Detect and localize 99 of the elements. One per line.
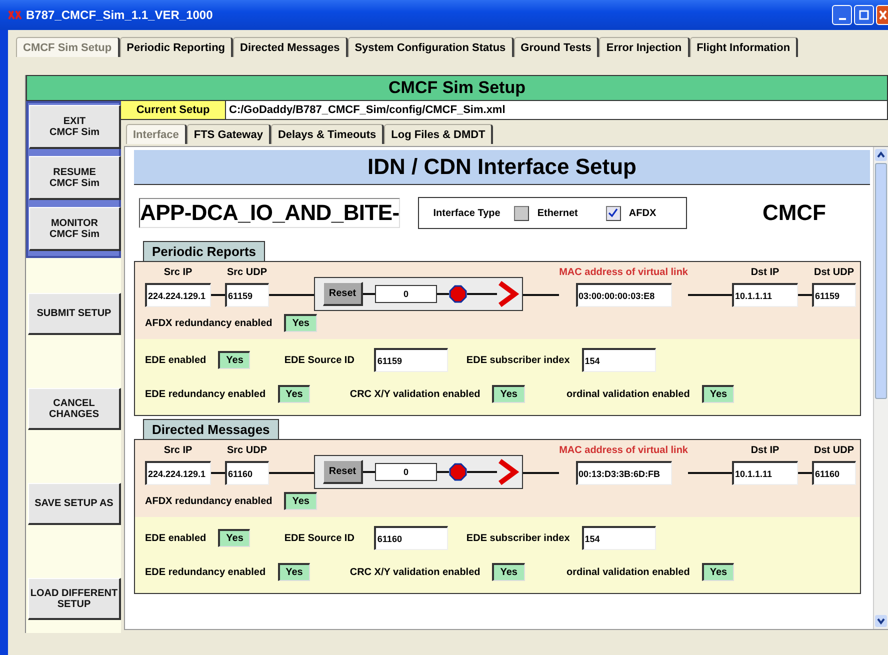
tab[interactable]: FTS Gateway [186,124,271,144]
tab[interactable]: Ground Tests [514,37,600,57]
yes-toggle[interactable]: Yes [702,385,734,403]
sidebar-button[interactable]: SAVE SETUP AS [28,483,121,525]
checkbox-label: Ethernet [537,208,578,218]
ede-source-label: EDE Source ID [284,532,354,544]
field-label: Dst UDP [814,267,854,278]
tab[interactable]: Directed Messages [233,37,348,57]
field-label: Src UDP [226,445,267,456]
window-title: B787_CMCF_Sim_1.1_VER_1000 [26,8,213,22]
chevron-icon [497,459,519,485]
src-ip-field[interactable]: 224.224.129.1 [145,461,211,485]
afdx-redundancy-label: AFDX redundancy enabled [145,318,272,328]
checkbox[interactable] [606,206,621,220]
close-icon [878,10,886,20]
sidebar-button[interactable]: CANCEL CHANGES [28,388,121,430]
system-name: CMCF [762,200,826,226]
tab[interactable]: Delays & Timeouts [270,124,384,144]
checkbox[interactable] [514,206,530,220]
ordinal-validation-label: ordinal validation enabled [566,566,690,578]
close-button[interactable] [876,5,888,25]
yes-toggle[interactable]: Yes [284,314,316,332]
scroll-up-icon[interactable] [875,149,887,161]
field-label: Src IP [164,267,192,278]
ede-enabled-label: EDE enabled [145,354,206,366]
yes-toggle[interactable]: Yes [702,563,734,581]
tab[interactable]: Periodic Reporting [120,37,234,57]
yes-toggle[interactable]: Yes [278,385,310,403]
stop-icon [449,285,467,303]
crc-validation-label: CRC X/Y validation enabled [350,388,480,400]
tab[interactable]: Error Injection [599,37,690,57]
field-label: MAC address of virtual link [559,267,688,278]
section-title: Directed Messages [143,419,279,439]
ordinal-validation-label: ordinal validation enabled [566,388,690,400]
sidebar-button[interactable]: MONITOR CMCF Sim [29,207,121,251]
scrollbar[interactable] [873,147,888,629]
crc-validation-label: CRC X/Y validation enabled [350,566,480,578]
maximize-button[interactable] [854,5,874,25]
yes-toggle[interactable]: Yes [218,351,250,369]
ede-redundancy-label: EDE redundancy enabled [145,566,266,578]
app-name-field: APP-DCA_IO_AND_BITE- [139,198,400,228]
tab[interactable]: CMCF Sim Setup [16,37,120,57]
tab[interactable]: Flight Information [690,37,798,57]
ede-source-field[interactable]: 61159 [374,348,448,372]
chevron-icon [497,281,519,307]
ede-enabled-label: EDE enabled [145,532,206,544]
dst-udp-field[interactable]: 61159 [812,283,856,307]
src-udp-field[interactable]: 61160 [225,461,269,485]
src-udp-field[interactable]: 61159 [225,283,269,307]
counter-field: 0 [375,285,437,303]
ede-subscriber-label: EDE subscriber index [466,532,570,544]
current-setup-path: C:/GoDaddy/B787_CMCF_Sim/config/CMCF_Sim.xml [226,101,887,119]
dst-ip-field[interactable]: 10.1.1.11 [732,461,798,485]
afdx-redundancy-label: AFDX redundancy enabled [145,496,272,506]
reset-button[interactable]: Reset [323,282,363,306]
dst-ip-field[interactable]: 10.1.1.11 [732,283,798,307]
field-label: MAC address of virtual link [559,445,688,456]
sidebar-button[interactable]: SUBMIT SETUP [28,293,121,335]
ede-subscriber-field[interactable]: 154 [582,348,656,372]
sidebar-button[interactable]: EXIT CMCF Sim [29,105,121,149]
field-label: Dst IP [750,445,780,456]
field-label: Src IP [164,445,192,456]
ede-source-field[interactable]: 61160 [374,526,448,550]
mac-address-field[interactable]: 00:13:D3:3B:6D:FB [576,461,672,485]
section-title: Periodic Reports [143,241,266,261]
yes-toggle[interactable]: Yes [218,529,250,547]
reset-button[interactable]: Reset [323,460,363,484]
mac-address-field[interactable]: 03:00:00:00:03:E8 [576,283,672,307]
tab[interactable]: System Configuration Status [348,37,514,57]
src-ip-field[interactable]: 224.224.129.1 [145,283,211,307]
counter-field: 0 [375,463,437,481]
field-label: Dst UDP [814,445,854,456]
yes-toggle[interactable]: Yes [284,492,316,510]
stop-icon [449,463,467,481]
tab[interactable]: Interface [126,124,187,144]
minimize-icon [838,18,846,20]
page-header: CMCF Sim Setup [26,75,888,101]
yes-toggle[interactable]: Yes [278,563,310,581]
ede-subscriber-label: EDE subscriber index [466,354,570,366]
checkbox-label: AFDX [628,208,656,218]
dst-udp-field[interactable]: 61160 [812,461,856,485]
minimize-button[interactable] [832,5,852,25]
yes-toggle[interactable]: Yes [492,385,524,403]
ede-redundancy-label: EDE redundancy enabled [145,388,266,400]
interface-type-label: Interface Type [433,208,500,218]
yes-toggle[interactable]: Yes [492,563,524,581]
ede-source-label: EDE Source ID [284,354,354,366]
tab[interactable]: Log Files & DMDT [384,124,494,144]
scroll-down-icon[interactable] [875,615,887,627]
sidebar-button[interactable]: LOAD DIFFERENT SETUP [28,578,121,620]
app-icon [8,10,22,20]
maximize-icon [859,10,869,20]
scroll-thumb[interactable] [875,163,887,399]
panel-title: IDN / CDN Interface Setup [134,150,870,185]
field-label: Dst IP [750,267,780,278]
field-label: Src UDP [226,267,267,278]
ede-subscriber-field[interactable]: 154 [582,526,656,550]
sidebar-button[interactable]: RESUME CMCF Sim [29,156,121,200]
current-setup-label: Current Setup [121,101,226,119]
